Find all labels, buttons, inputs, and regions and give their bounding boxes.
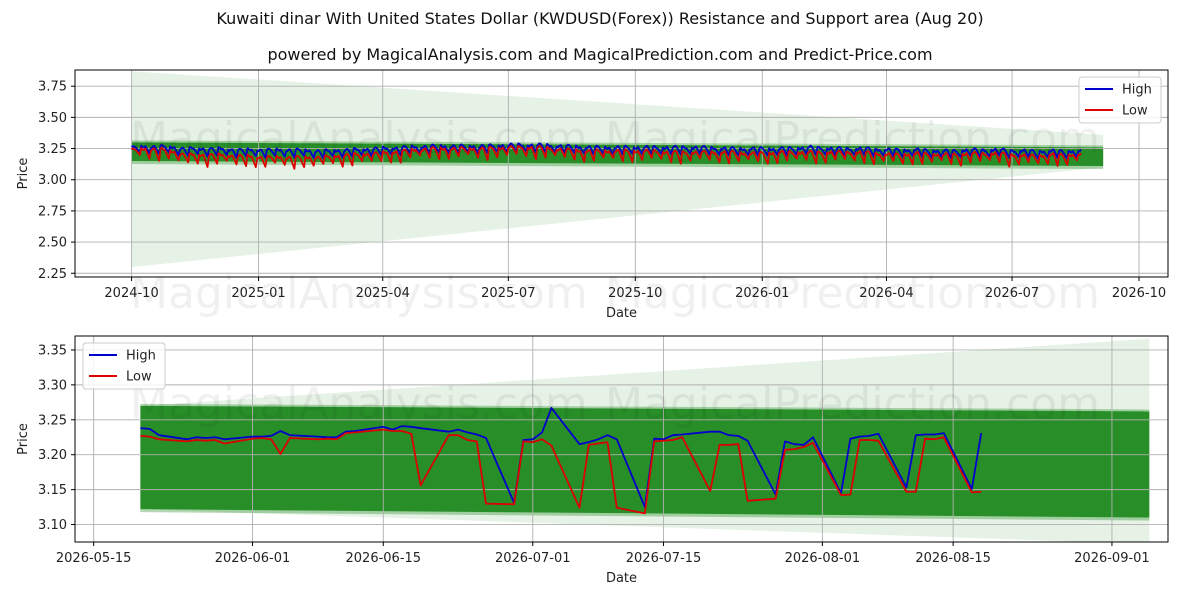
x-axis-label: Date bbox=[606, 571, 637, 586]
chart-top: MagicalAnalysis.com MagicalPrediction.com… bbox=[16, 69, 1169, 586]
x-axis-label: Date bbox=[606, 306, 637, 321]
y-tick-label: 3.35 bbox=[38, 343, 67, 358]
x-tick-label: 2026-08-01 bbox=[785, 551, 861, 566]
x-tick-label: 2026-06-15 bbox=[346, 551, 422, 566]
legend-label-high: High bbox=[1122, 83, 1152, 98]
x-tick-label: 2025-07 bbox=[481, 286, 535, 301]
legend: High Low bbox=[82, 342, 166, 390]
legend: High Low bbox=[1078, 76, 1162, 124]
legend-label-low: Low bbox=[126, 370, 152, 385]
x-tick-label: 2026-07-15 bbox=[626, 551, 702, 566]
x-tick-label: 2025-04 bbox=[356, 286, 410, 301]
y-tick-label: 3.75 bbox=[38, 80, 67, 95]
legend-label-low: Low bbox=[1122, 104, 1148, 119]
y-tick-label: 3.20 bbox=[38, 448, 67, 463]
x-tick-label: 2026-06-01 bbox=[215, 551, 291, 566]
y-tick-label: 2.50 bbox=[38, 236, 67, 251]
y-tick-label: 3.10 bbox=[38, 518, 67, 533]
y-axis-label: Price bbox=[16, 423, 31, 455]
x-tick-label: 2026-05-15 bbox=[56, 551, 132, 566]
x-tick-label: 2025-10 bbox=[608, 286, 662, 301]
y-tick-label: 3.25 bbox=[38, 413, 67, 428]
plot-panel-1: MagicalAnalysis.com MagicalPrediction.com… bbox=[16, 69, 1169, 321]
watermark-text: MagicalAnalysis.com bbox=[130, 113, 588, 164]
watermark-text: MagicalAnalysis.com bbox=[130, 378, 588, 429]
legend-label-high: High bbox=[126, 349, 156, 364]
y-tick-label: 3.50 bbox=[38, 111, 67, 126]
y-axis-label: Price bbox=[16, 158, 31, 190]
x-tick-label: 2024-10 bbox=[104, 286, 158, 301]
prediction-cone bbox=[131, 71, 1104, 268]
x-tick-label: 2026-04 bbox=[859, 286, 913, 301]
x-tick-label: 2026-10 bbox=[1112, 286, 1166, 301]
y-tick-label: 2.25 bbox=[38, 267, 67, 282]
plot-panel-2: MagicalAnalysis.com MagicalPrediction.com… bbox=[16, 335, 1169, 586]
x-tick-label: 2026-09-01 bbox=[1074, 551, 1150, 566]
y-tick-label: 2.75 bbox=[38, 204, 67, 219]
x-tick-label: 2025-01 bbox=[231, 286, 285, 301]
x-tick-label: 2026-01 bbox=[735, 286, 789, 301]
watermark-text: MagicalPrediction.com bbox=[605, 378, 1100, 429]
watermark-text: MagicalPrediction.com bbox=[605, 113, 1100, 164]
x-tick-label: 2026-07-01 bbox=[495, 551, 571, 566]
y-tick-label: 3.15 bbox=[38, 483, 67, 498]
y-tick-label: 3.00 bbox=[38, 173, 67, 188]
x-tick-label: 2026-08-15 bbox=[915, 551, 991, 566]
x-tick-label: 2026-07 bbox=[985, 286, 1039, 301]
y-tick-label: 3.30 bbox=[38, 378, 67, 393]
y-tick-label: 3.25 bbox=[38, 142, 67, 157]
